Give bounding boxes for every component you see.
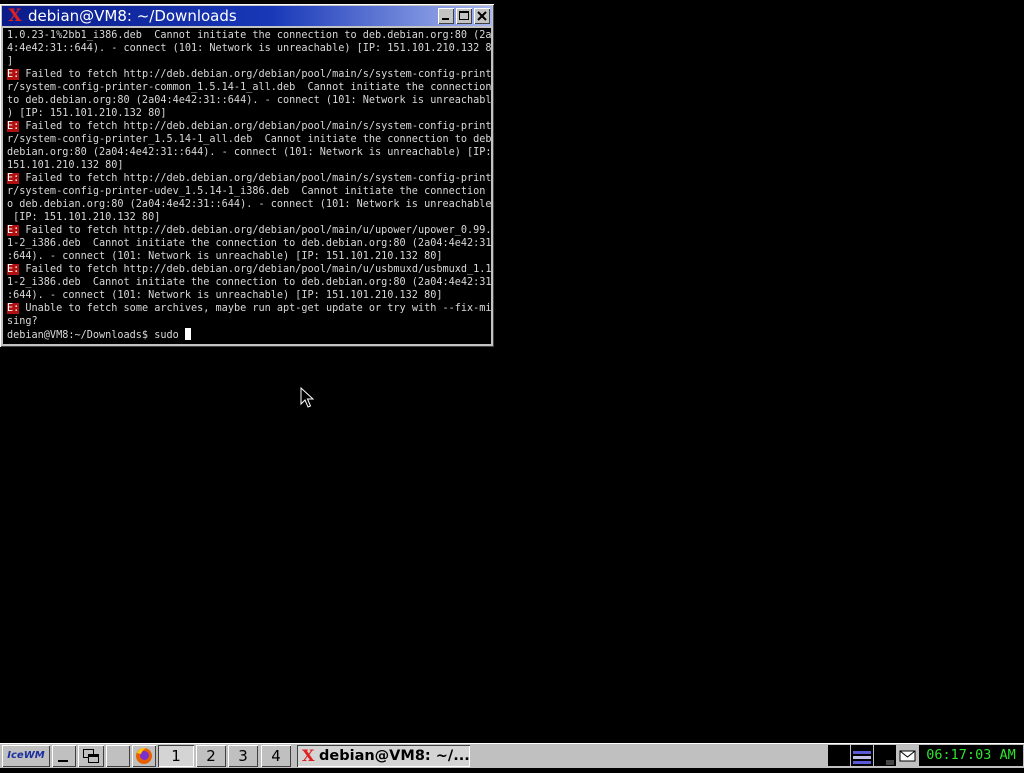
terminal-line: r/system-config-printer_1.5.14-1_all.deb… (7, 134, 491, 145)
mouse-pointer-icon (300, 387, 314, 408)
shell-prompt: debian@VM8:~/Downloads$ (7, 330, 155, 341)
error-tag: E: (7, 173, 20, 184)
error-tag: E: (7, 303, 20, 314)
error-tag: E: (7, 69, 20, 80)
start-menu-button[interactable]: IceWM (2, 745, 50, 767)
workspace-4-label: 4 (271, 747, 281, 765)
start-menu-label: IceWM (7, 750, 45, 761)
maximize-button[interactable] (456, 8, 472, 24)
close-button[interactable] (474, 8, 490, 24)
terminal-line: ) [IP: 151.101.210.132 80] (7, 108, 167, 119)
task-button-label: debian@VM8: ~/... (319, 748, 470, 764)
window-list-button[interactable] (78, 745, 104, 767)
taskbar: IceWM 1 2 3 4 X debian@VM8: ~/... 06:17:… (0, 743, 1024, 768)
text-cursor (184, 328, 191, 340)
window-list-icon (83, 749, 99, 763)
error-tag: E: (7, 121, 20, 132)
workspace-1-button[interactable]: 1 (158, 745, 194, 767)
clock[interactable]: 06:17:03 AM (919, 745, 1023, 766)
terminal-line: E: Failed to fetch http://deb.debian.org… (7, 264, 491, 275)
terminal-line: E: Failed to fetch http://deb.debian.org… (7, 173, 491, 184)
terminal-line: :644). - connect (101: Network is unreac… (7, 290, 443, 301)
terminal-line: to deb.debian.org:80 (2a04:4e42:31::644)… (7, 95, 491, 106)
show-desktop-button[interactable] (52, 745, 76, 767)
xterm-icon: X (302, 746, 315, 765)
memory-monitor-icon[interactable] (874, 745, 896, 766)
terminal-line: r/system-config-printer-common_1.5.14-1_… (7, 82, 491, 93)
terminal-line: 1-2_i386.deb Cannot initiate the connect… (7, 238, 491, 249)
command-input[interactable]: sudo (154, 330, 185, 341)
terminal-line: sing? (7, 316, 38, 327)
minimize-button[interactable] (438, 8, 454, 24)
terminal-line: E: Failed to fetch http://deb.debian.org… (7, 121, 491, 132)
workspace-1-label: 1 (171, 747, 181, 765)
minimize-icon (442, 18, 449, 20)
network-monitor-icon[interactable] (851, 745, 873, 766)
terminal-line: 1-2_i386.deb Cannot initiate the connect… (7, 277, 491, 288)
error-tag: E: (7, 264, 20, 275)
workspace-2-button[interactable]: 2 (196, 745, 226, 767)
terminal-window[interactable]: X debian@VM8: ~/Downloads 1.0.23-1%2bb1_… (0, 4, 494, 347)
terminal-line: 1.0.23-1%2bb1_i386.deb Cannot initiate t… (7, 30, 491, 41)
minimize-all-icon (58, 760, 68, 762)
terminal-line: ] (7, 56, 14, 67)
error-tag: E: (7, 225, 20, 236)
xterm-icon[interactable]: X (6, 7, 24, 25)
launcher-button[interactable] (106, 745, 130, 767)
terminal-line: [IP: 151.101.210.132 80] (7, 212, 161, 223)
maximize-icon (459, 11, 469, 20)
terminal-line: o deb.debian.org:80 (2a04:4e42:31::644).… (7, 199, 491, 210)
close-icon (477, 11, 487, 21)
cpu-monitor-icon[interactable] (828, 745, 850, 766)
window-titlebar[interactable]: X debian@VM8: ~/Downloads (2, 6, 492, 26)
terminal-output[interactable]: 1.0.23-1%2bb1_i386.deb Cannot initiate t… (3, 28, 491, 344)
desktop[interactable]: X debian@VM8: ~/Downloads 1.0.23-1%2bb1_… (0, 0, 1024, 768)
terminal-line: debian.org:80 (2a04:4e42:31::644). - con… (7, 147, 491, 158)
terminal-line: r/system-config-printer-udev_1.5.14-1_i3… (7, 186, 491, 197)
terminal-line: E: Failed to fetch http://deb.debian.org… (7, 69, 491, 80)
workspace-3-label: 3 (238, 747, 248, 765)
firefox-icon (136, 747, 152, 764)
terminal-line: 4:4e42:31::644). - connect (101: Network… (7, 43, 491, 54)
firefox-launcher-button[interactable] (132, 745, 156, 767)
mail-icon[interactable] (898, 745, 918, 766)
terminal-line: E: Unable to fetch some archives, maybe … (7, 303, 491, 314)
terminal-line: E: Failed to fetch http://deb.debian.org… (7, 225, 491, 236)
terminal-line: :644). - connect (101: Network is unreac… (7, 251, 443, 262)
window-title: debian@VM8: ~/Downloads (28, 7, 237, 25)
terminal-line: 151.101.210.132 80] (7, 160, 124, 171)
task-button-terminal[interactable]: X debian@VM8: ~/... (297, 745, 470, 767)
workspace-3-button[interactable]: 3 (228, 745, 258, 767)
workspace-2-label: 2 (206, 747, 216, 765)
terminal-text: 1.0.23-1%2bb1_i386.deb Cannot initiate t… (3, 28, 491, 342)
workspace-4-button[interactable]: 4 (261, 745, 291, 767)
